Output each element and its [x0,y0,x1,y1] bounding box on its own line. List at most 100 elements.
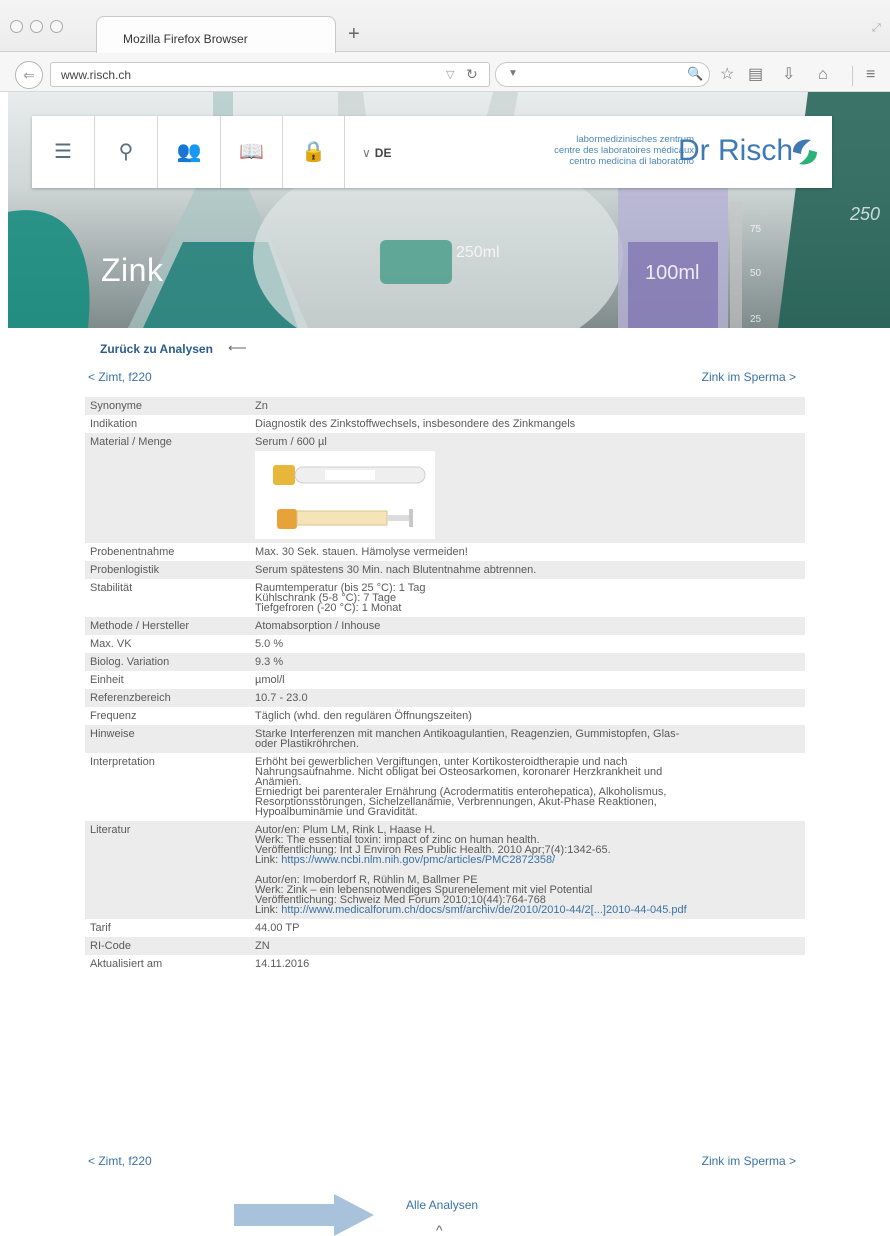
close-window-button[interactable] [10,20,23,33]
url-bar[interactable]: www.risch.ch ▽ ↻ [50,62,490,87]
row-value: 14.11.2016 [250,955,805,973]
page-title: Zink [101,252,164,288]
url-text: www.risch.ch [61,68,132,82]
row-value: Erhöht bei gewerblichen Vergiftungen, un… [250,753,805,821]
brand-name[interactable]: Dr Risch [678,134,793,168]
value-line: Nahrungsaufnahme. Nicht obligat bei Oste… [255,766,663,778]
people-icon: 👥 [176,141,202,163]
home-icon[interactable]: ⌂ [818,67,828,83]
search-icon[interactable]: 🔍 [687,66,703,82]
link-prefix: Link: [255,854,282,866]
reload-icon[interactable]: ↻ [466,66,478,83]
browser-tab[interactable]: Mozilla Firefox Browser [96,16,336,53]
minimize-window-button[interactable] [30,20,43,33]
login-button[interactable]: 🔒 [283,116,345,188]
tagline-line: centre des laboratoires médicaux [554,145,694,156]
language-selector[interactable]: ∨ DE [362,146,391,160]
back-button[interactable]: ⇐ [15,61,43,89]
menu-icon[interactable]: ≡ [866,67,875,83]
fullscreen-icon[interactable]: ⤢ [872,22,881,35]
row-label: Aktualisiert am [90,958,163,970]
hamburger-icon: ☰ [54,141,72,163]
flask-label: 250 [850,204,881,224]
value-line: Max. 30 Sek. stauen. Hämolyse vermeiden! [255,546,468,558]
value-line: Serum / 600 µl [255,436,327,448]
row-value: Atomabsorption / Inhouse [250,617,805,635]
row-label: Interpretation [90,756,155,768]
search-icon: ⚲ [118,141,134,163]
long-left-arrow-icon: ⟵ [228,340,247,355]
scroll-to-top-icon[interactable]: ^ [436,1222,443,1236]
back-arrow-icon: ⇐ [23,67,35,83]
analysis-details-table: Synonyme Zn Indikation Diagnostik des Zinks… [85,397,805,973]
scale-label: 75 [750,224,762,235]
menu-button[interactable]: ☰ [32,116,95,188]
all-analyses-link[interactable]: Alle Analysen [406,1198,478,1212]
value-line: 10.7 - 23.0 [255,692,308,704]
search-button[interactable]: ⚲ [95,116,158,188]
row-value: Starke Interferenzen mit manchen Antikoa… [250,725,805,753]
scale-label: 50 [750,268,762,279]
table-row: Referenzbereich 10.7 - 23.0 [85,689,805,707]
literature-link[interactable]: https://www.ncbi.nlm.nih.gov/pmc/article… [281,854,555,866]
row-label: Probenlogistik [85,561,250,579]
site-header: ☰ ⚲ 👥 📖 🔒 ∨ DE labormedizinisches zentrum… [32,116,832,188]
bookmark-star-icon[interactable]: ☆ [720,67,734,83]
row-value: ZN [250,937,805,955]
new-tab-button[interactable]: + [348,24,360,44]
value-line: µmol/l [255,674,285,686]
row-label: Literatur [85,821,250,919]
value-line: Zn [255,400,268,412]
table-row: Probenentnahme Max. 30 Sek. stauen. Hämol… [85,543,805,561]
table-row: Biolog. Variation 9.3 % [85,653,805,671]
scale-label: 25 [750,314,762,325]
value-line: 9.3 % [255,656,284,668]
row-label: Material / Menge [85,433,250,543]
row-label: Indikation [90,418,138,430]
row-label: Methode / Hersteller [85,617,250,635]
value-line: 44.00 TP [255,922,300,934]
table-row: Indikation Diagnostik des Zinkstoffwechse… [85,415,805,433]
next-analysis-link[interactable]: Zink im Sperma > [702,370,796,384]
value-line: Atomabsorption / Inhouse [255,620,381,632]
table-row: Methode / Hersteller Atomabsorption / Inh… [85,617,805,635]
tab-bar: Mozilla Firefox Browser + ⤢ [0,0,890,53]
search-bar[interactable]: ▼ 🔍 [495,62,710,87]
sample-tube-image [255,451,435,539]
previous-analysis-link[interactable]: < Zimt, f220 [88,370,152,384]
maximize-window-button[interactable] [50,20,63,33]
dr-risch-logo-icon[interactable] [787,134,823,170]
search-engine-dropdown-icon[interactable]: ▼ [508,68,518,79]
row-value: Täglich (whd. den regulären Öffnungszeit… [250,707,805,725]
bookmarks-list-icon[interactable]: ▤ [748,67,763,83]
team-button[interactable]: 👥 [158,116,221,188]
previous-analysis-link[interactable]: < Zimt, f220 [88,1154,152,1168]
value-line: ZN [255,940,270,952]
literature-link[interactable]: http://www.medicalforum.ch/docs/smf/arch… [281,904,686,916]
table-row: Synonyme Zn [85,397,805,415]
row-value: Zn [250,397,805,415]
value-line: oder Plastikröhrchen. [255,738,359,750]
row-label: Probenentnahme [90,546,175,558]
download-icon[interactable]: ⇩ [782,67,795,83]
row-value: 10.7 - 23.0 [250,689,805,707]
row-value: µmol/l [250,671,805,689]
table-row: Aktualisiert am 14.11.2016 [85,955,805,973]
row-label: Einheit [90,674,124,686]
book-icon: 📖 [239,141,264,163]
value-line: Täglich (whd. den regulären Öffnungszeit… [255,710,472,722]
row-label: Frequenz [90,710,137,722]
tagline-line: labormedizinisches zentrum [576,134,694,145]
table-row: Stabilität Raumtemperatur (bis 25 °C): 1 … [85,579,805,617]
literature-link-line: Link: http://www.medicalforum.ch/docs/sm… [255,904,800,916]
literature-entry: Autor/en: Plum LM, Rink L, Haase H. Werk:… [255,825,800,866]
literature-entry: Autor/en: Imoberdorf R, Rühlin M, Ballme… [255,875,800,916]
dropdown-icon[interactable]: ▽ [446,68,454,81]
row-value: Serum spätestens 30 Min. nach Blutentnah… [250,561,805,579]
row-value: 5.0 % [250,635,805,653]
back-to-analyses-link[interactable]: Zurück zu Analysen [100,342,213,356]
arrow-right-icon [234,1194,374,1236]
row-value: Diagnostik des Zinkstoffwechsels, insbes… [250,415,805,433]
analyses-button[interactable]: 📖 [221,116,283,188]
next-analysis-link[interactable]: Zink im Sperma > [702,1154,796,1168]
